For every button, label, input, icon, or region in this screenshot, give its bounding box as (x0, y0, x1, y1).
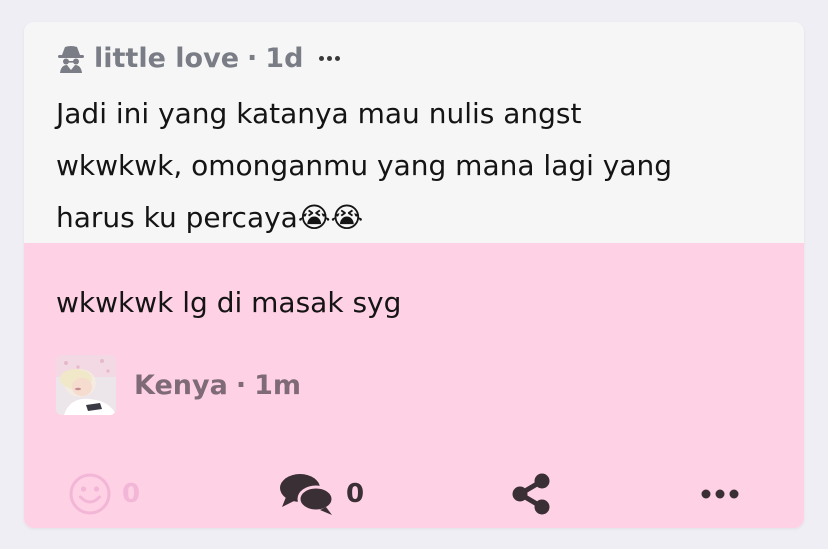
question-line: harus ku percaya😭😭 (56, 201, 364, 234)
question-text: Jadi ini yang katanya mau nulis angst wk… (56, 88, 776, 244)
comments-icon (280, 474, 335, 515)
answer-text: wkwkwk lg di masak syg (56, 286, 402, 319)
meta-separator: · (247, 42, 258, 74)
answer-section: wkwkwk lg di masak syg Kenya · 1m 0 0 (24, 243, 804, 528)
question-time: 1d (265, 42, 304, 74)
post-card: little love · 1d Jadi ini yang katanya m… (24, 22, 804, 528)
dot (327, 55, 333, 61)
question-header: little love · 1d (56, 40, 341, 76)
comment-count: 0 (346, 479, 365, 509)
spy-icon (58, 46, 84, 73)
question-line: wkwkwk, omonganmu yang mana lagi yang (56, 149, 673, 182)
question-more-icon[interactable] (319, 55, 341, 61)
dot (335, 55, 341, 61)
action-bar: 0 0 (24, 469, 804, 519)
more-options-button[interactable] (700, 469, 740, 519)
responder-meta: Kenya · 1m (134, 370, 301, 401)
ellipsis-icon (701, 489, 739, 499)
comment-button[interactable]: 0 (278, 469, 364, 519)
dot (319, 55, 325, 61)
share-button[interactable] (510, 469, 552, 519)
smiley-icon (69, 473, 111, 515)
responder-time: 1m (254, 369, 301, 401)
share-icon (512, 473, 550, 515)
question-author[interactable]: little love (94, 43, 239, 74)
question-section: little love · 1d Jadi ini yang katanya m… (24, 22, 804, 243)
avatar[interactable] (56, 355, 116, 415)
question-line: Jadi ini yang katanya mau nulis angst (56, 97, 582, 130)
like-button[interactable]: 0 (68, 469, 140, 519)
meta-separator: · (235, 369, 247, 401)
responder-name[interactable]: Kenya (134, 370, 228, 401)
like-count: 0 (122, 479, 141, 509)
responder: Kenya · 1m (56, 355, 301, 415)
